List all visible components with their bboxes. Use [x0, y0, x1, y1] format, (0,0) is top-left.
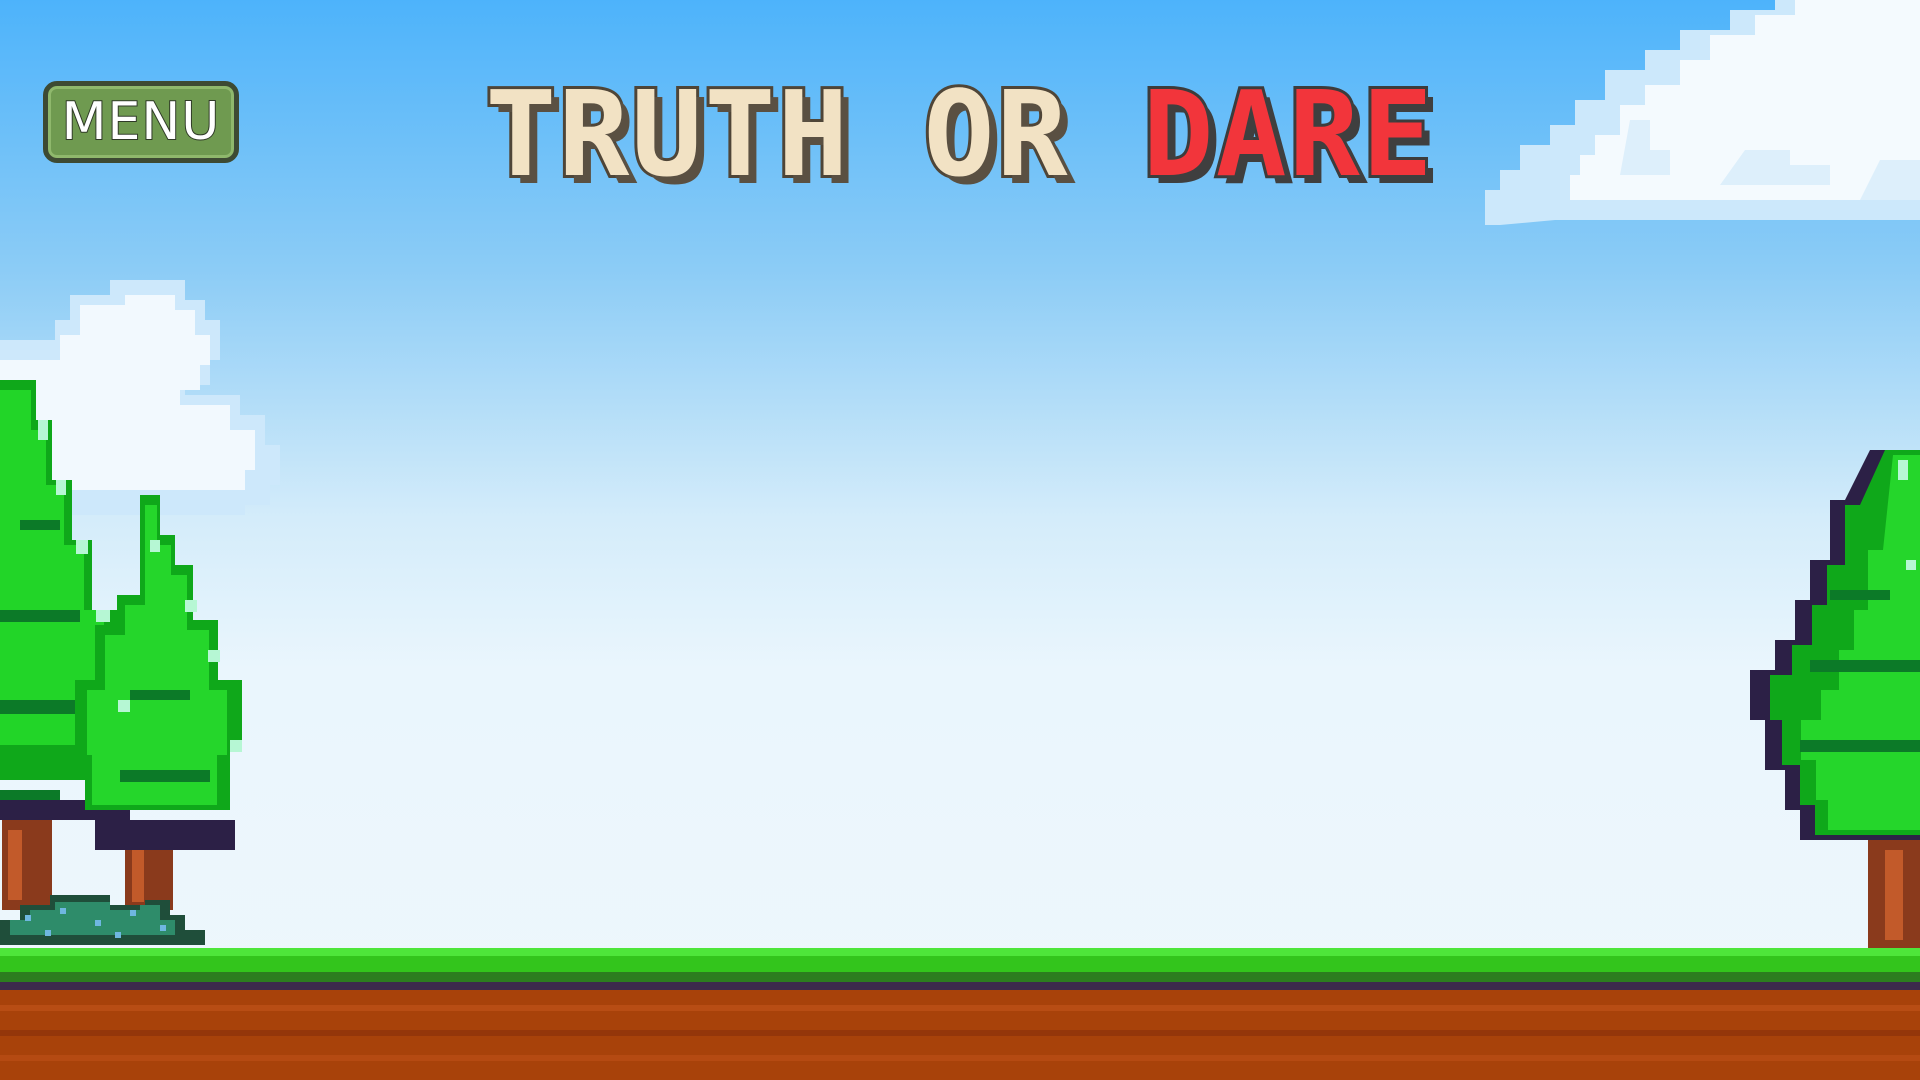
title-word-truth: TRUTH: [482, 65, 851, 203]
pine-tree-icon: [75, 495, 242, 910]
dirt-ground: [0, 990, 1920, 1080]
title-word-or: OR: [920, 65, 1070, 203]
grass-ground-tile: [0, 948, 1920, 990]
title-word-dare: DARE: [1140, 65, 1436, 203]
pine-tree-icon: [1750, 450, 1920, 950]
game-title: TRUTH OR DARE: [0, 71, 1920, 197]
